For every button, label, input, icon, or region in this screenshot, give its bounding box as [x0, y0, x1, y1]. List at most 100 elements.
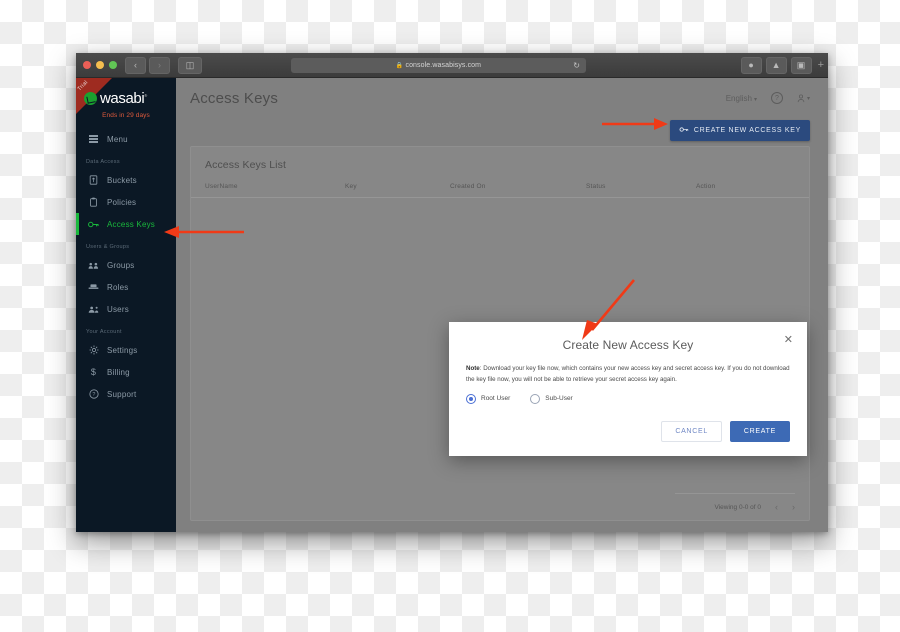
bucket-icon	[88, 175, 99, 185]
access-keys-table-header: UserName Key Created On Status Action	[191, 171, 809, 198]
page-header: Access Keys English ▾ ? ▾	[176, 78, 828, 118]
radio-option-root-user[interactable]: Root User	[466, 393, 511, 404]
sidebar-item-support[interactable]: ? Support	[76, 383, 176, 405]
sidebar-item-label: Billing	[107, 367, 130, 377]
sidebar-item-access-keys[interactable]: Access Keys	[76, 213, 176, 235]
navigation-buttons[interactable]: ‹ › ◫	[125, 56, 202, 74]
create-new-access-key-dialog: Create New Access Key ✕ Note: Download y…	[449, 322, 807, 456]
cancel-button[interactable]: CANCEL	[661, 420, 722, 442]
tabs-overview-icon[interactable]: ▣	[790, 56, 812, 74]
column-header-status: Status	[586, 183, 606, 190]
radio-root-user[interactable]	[466, 393, 476, 404]
download-icon[interactable]: ●	[740, 56, 762, 74]
dollar-icon: $	[90, 367, 97, 377]
sidebar-item-label: Groups	[107, 260, 135, 270]
sidebar-item-label: Support	[107, 389, 137, 399]
gear-icon	[88, 345, 99, 355]
sidebar-item-billing[interactable]: $ Billing	[76, 361, 176, 383]
roles-icon	[88, 283, 99, 291]
radio-label-root-user: Root User	[481, 395, 511, 403]
back-icon[interactable]: ‹	[125, 56, 146, 74]
dialog-title: Create New Access Key	[562, 338, 694, 352]
logo-trademark: ®	[144, 93, 147, 98]
radio-option-sub-user[interactable]: Sub-User	[530, 393, 573, 404]
maximize-window-button[interactable]	[109, 61, 117, 69]
sidebar-item-label: Policies	[107, 197, 137, 207]
pagination-divider	[675, 493, 795, 494]
help-circle-icon: ?	[88, 389, 99, 399]
page-title: Access Keys	[190, 89, 279, 107]
browser-toolbar: ‹ › ◫ 🔒 console.wasabisys.com ↻ ● ▲ ▣ +	[76, 53, 828, 78]
address-bar[interactable]: 🔒 console.wasabisys.com ↻	[291, 57, 586, 73]
sidebar-toggle-icon[interactable]: ◫	[178, 56, 202, 74]
minimize-window-button[interactable]	[96, 61, 104, 69]
wasabi-logo-text: wasabi®	[100, 90, 147, 107]
sidebar: Trial wasabi® Ends in 29 days Menu Data …	[76, 78, 176, 532]
person-icon	[797, 94, 805, 102]
sidebar-item-menu[interactable]: Menu	[76, 128, 176, 150]
dialog-header: Create New Access Key ✕	[449, 322, 807, 364]
new-tab-button[interactable]: +	[816, 59, 824, 71]
sidebar-item-label: Access Keys	[107, 219, 155, 229]
language-selector[interactable]: English ▾	[726, 94, 757, 103]
dialog-note-label: Note	[466, 365, 480, 372]
column-header-created-on: Created On	[450, 183, 486, 190]
sidebar-item-buckets[interactable]: Buckets	[76, 169, 176, 191]
create-new-access-key-button[interactable]: CREATE NEW ACCESS KEY	[669, 120, 810, 141]
svg-text:?: ?	[92, 392, 95, 398]
share-icon[interactable]: ▲	[765, 56, 787, 74]
create-new-access-key-label: CREATE NEW ACCESS KEY	[693, 127, 801, 134]
users-icon	[88, 305, 99, 314]
account-menu[interactable]: ▾	[797, 94, 810, 103]
logo-word-text: wasabi	[100, 90, 145, 107]
sidebar-item-label: Users	[107, 304, 129, 314]
column-header-username: UserName	[205, 183, 238, 190]
column-header-action: Action	[696, 183, 716, 190]
column-header-key: Key	[345, 183, 357, 190]
forward-icon[interactable]: ›	[149, 56, 170, 74]
sidebar-item-label: Roles	[107, 282, 129, 292]
sidebar-item-policies[interactable]: Policies	[76, 191, 176, 213]
help-circle-icon[interactable]: ?	[770, 92, 783, 104]
dialog-actions: CANCEL CREATE	[449, 404, 807, 456]
wasabi-logo-icon	[84, 92, 97, 105]
app-body: Trial wasabi® Ends in 29 days Menu Data …	[76, 78, 828, 532]
hamburger-icon	[88, 135, 99, 143]
key-icon	[88, 220, 99, 229]
close-window-button[interactable]	[83, 61, 91, 69]
sidebar-item-users[interactable]: Users	[76, 298, 176, 320]
sidebar-item-label: Buckets	[107, 175, 137, 185]
access-keys-list-title: Access Keys List	[205, 159, 286, 171]
toolbar-actions: ● ▲ ▣ +	[740, 56, 824, 74]
radio-label-sub-user: Sub-User	[545, 395, 573, 403]
user-type-radio-group: Root User Sub-User	[449, 386, 807, 404]
sidebar-item-groups[interactable]: Groups	[76, 254, 176, 276]
key-icon	[679, 126, 689, 135]
chevron-right-icon[interactable]: ›	[792, 502, 795, 512]
dialog-note: Note: Download your key file now, which …	[449, 364, 807, 386]
groups-icon	[88, 261, 99, 270]
radio-sub-user[interactable]	[530, 393, 541, 404]
sidebar-section-your-account: Your Account	[86, 329, 122, 335]
window-controls[interactable]	[83, 61, 117, 69]
chevron-down-icon: ▾	[806, 95, 810, 102]
dialog-note-text: : Download your key file now, which cont…	[466, 365, 790, 383]
url-text: console.wasabisys.com	[405, 61, 482, 69]
reload-icon[interactable]: ↻	[573, 61, 580, 70]
language-label: English	[725, 93, 752, 103]
sidebar-item-label: Menu	[107, 134, 128, 144]
create-button[interactable]: CREATE	[729, 420, 790, 442]
lock-icon: 🔒	[395, 62, 404, 69]
sidebar-section-data-access: Data Access	[86, 159, 120, 165]
main-content: Access Keys English ▾ ? ▾ CREATE NEW ACCE…	[176, 78, 828, 532]
close-icon[interactable]: ✕	[784, 335, 793, 346]
header-actions: English ▾ ? ▾	[726, 92, 810, 104]
clipboard-icon	[88, 197, 99, 207]
sidebar-section-users-groups: Users & Groups	[86, 244, 130, 250]
sidebar-item-roles[interactable]: Roles	[76, 276, 176, 298]
pagination: Viewing 0-0 of 0 ‹ ›	[715, 502, 796, 512]
chevron-left-icon[interactable]: ‹	[775, 502, 778, 512]
sidebar-item-label: Settings	[107, 345, 138, 355]
chevron-down-icon: ▾	[753, 96, 757, 103]
sidebar-item-settings[interactable]: Settings	[76, 339, 176, 361]
